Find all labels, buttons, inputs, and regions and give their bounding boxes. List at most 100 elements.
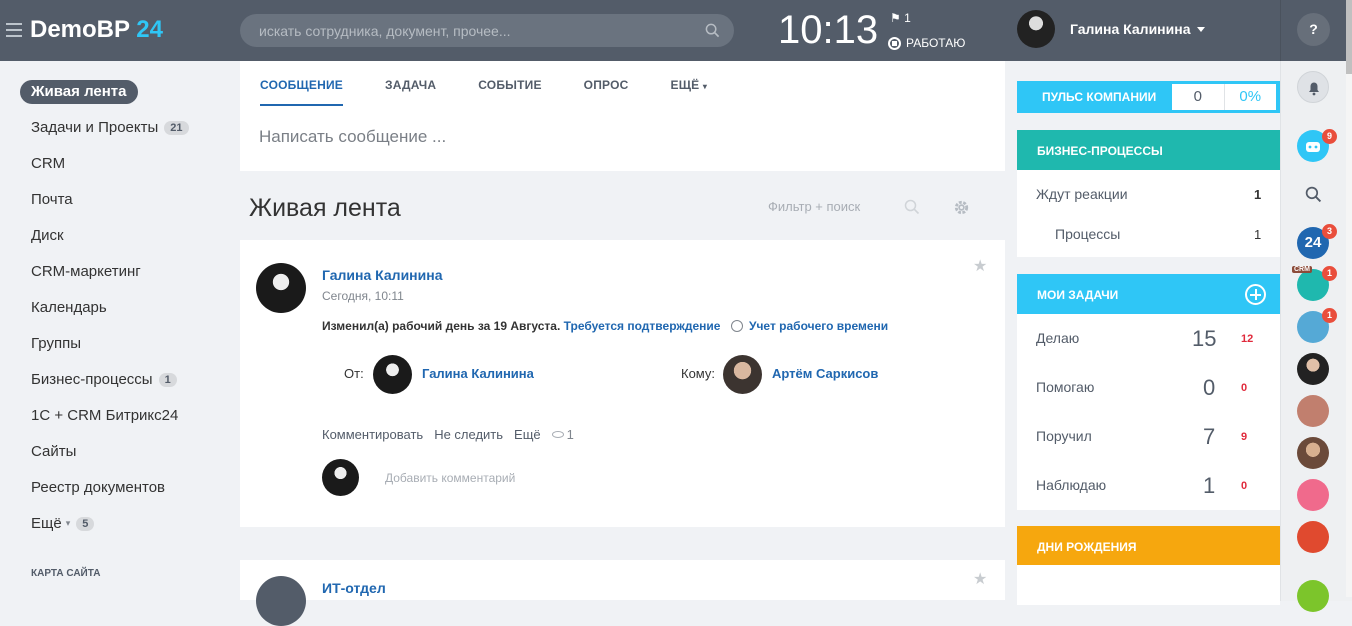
avatar: [322, 459, 359, 496]
sidebar-item-label: Бизнес-процессы: [31, 371, 153, 388]
worktime-label: Учет рабочего времени: [749, 319, 889, 333]
task-count: 15: [1192, 326, 1217, 351]
tab-event[interactable]: СОБЫТИЕ: [478, 78, 541, 106]
sidebar-item-label: Реестр документов: [31, 479, 166, 496]
task-overdue: 12: [1241, 333, 1254, 345]
tab-task[interactable]: ЗАДАЧА: [385, 78, 436, 106]
avatar[interactable]: [1297, 395, 1329, 427]
sidebar-item-crm-marketing[interactable]: CRM-маркетинг: [31, 263, 141, 280]
task-count: 7: [1203, 424, 1216, 449]
sidebar-item-label: 1C + CRM Битрикс24: [31, 407, 179, 424]
logo-text: DemoBP: [30, 16, 130, 43]
menu-icon[interactable]: [6, 23, 22, 37]
search-box[interactable]: [240, 14, 734, 47]
sidebar-item-tasks[interactable]: Задачи и Проекты 21: [31, 119, 189, 136]
task-row-label[interactable]: Поручил: [1036, 428, 1092, 444]
gear-icon[interactable]: [952, 198, 971, 217]
logo-number: 24: [136, 16, 163, 43]
search-icon[interactable]: [904, 199, 920, 215]
avatar[interactable]: [256, 576, 306, 626]
unfollow-button[interactable]: Не следить: [434, 427, 503, 442]
avatar[interactable]: [1297, 521, 1329, 553]
from-user[interactable]: Галина Калинина: [422, 366, 534, 381]
star-icon[interactable]: ★: [973, 256, 987, 276]
logo[interactable]: DemoBP 24: [30, 16, 163, 44]
sidebar-item-business-processes[interactable]: Бизнес-процессы 1: [31, 371, 177, 388]
bell-icon[interactable]: [1297, 71, 1329, 103]
search-icon[interactable]: [705, 23, 720, 38]
comment-button[interactable]: Комментировать: [322, 427, 423, 442]
add-task-icon[interactable]: [1245, 284, 1266, 305]
star-icon[interactable]: ★: [973, 569, 987, 589]
post-author[interactable]: Галина Калинина: [322, 267, 442, 283]
task-row-label[interactable]: Делаю: [1036, 330, 1079, 346]
task-row-label[interactable]: Наблюдаю: [1036, 477, 1106, 493]
sidebar-item-mail[interactable]: Почта: [31, 191, 73, 208]
bp-row-label[interactable]: Ждут реакции: [1036, 186, 1128, 202]
avatar[interactable]: [256, 263, 306, 313]
sidebar-item-label: Ещё: [31, 515, 62, 532]
help-icon[interactable]: ?: [1297, 13, 1330, 46]
confirmation-link[interactable]: Требуется подтверждение: [564, 319, 721, 333]
user-name: Галина Калинина: [1070, 21, 1191, 37]
pulse-values: 0 0%: [1172, 84, 1276, 110]
tab-message[interactable]: СООБЩЕНИЕ: [260, 78, 343, 106]
sidebar-item-label: Сайты: [31, 443, 77, 460]
post-actions: Комментировать Не следить Ещё 1: [322, 427, 574, 442]
birthdays-widget: [1017, 565, 1280, 605]
to-user[interactable]: Артём Саркисов: [772, 366, 878, 381]
avatar[interactable]: [1297, 437, 1329, 469]
task-overdue: 0: [1241, 382, 1248, 394]
sidebar-item-disk[interactable]: Диск: [31, 227, 64, 244]
sitemap-link[interactable]: КАРТА САЙТА: [31, 568, 100, 579]
avatar[interactable]: [373, 355, 412, 394]
pulse-percent: 0%: [1223, 84, 1277, 110]
tab-more-label: ЕЩЁ: [670, 78, 700, 92]
flag-counter[interactable]: ⚑ 1: [890, 11, 911, 25]
notification-badge: 9: [1322, 129, 1337, 144]
search-input[interactable]: [259, 14, 699, 47]
tasks-widget-title[interactable]: МОИ ЗАДАЧИ: [1017, 274, 1280, 314]
task-row-label[interactable]: Помогаю: [1036, 379, 1094, 395]
workday-status[interactable]: РАБОТАЮ: [888, 36, 965, 50]
sidebar-item-crm[interactable]: CRM: [31, 155, 65, 172]
company-pulse[interactable]: ПУЛЬС КОМПАНИИ 0 0%: [1017, 81, 1280, 113]
sidebar-item-label: Задачи и Проекты: [31, 119, 159, 136]
avatar[interactable]: [1297, 479, 1329, 511]
filter-input[interactable]: Фильтр + поиск: [768, 199, 860, 214]
sidebar-item-sites[interactable]: Сайты: [31, 443, 76, 460]
sidebar-item-documents[interactable]: Реестр документов: [31, 479, 165, 496]
sidebar-item-label: Группы: [31, 335, 81, 352]
pulse-value: 0: [1193, 88, 1202, 105]
comment-input[interactable]: Добавить комментарий: [385, 471, 515, 485]
to-label: Кому:: [681, 366, 715, 381]
more-button[interactable]: Ещё: [514, 427, 541, 442]
bp-widget: [1017, 170, 1280, 257]
post-text: Изменил(а) рабочий день за 19 Августа. Т…: [322, 319, 720, 333]
bp-row-label[interactable]: Процессы: [1055, 226, 1120, 242]
birthdays-widget-title[interactable]: ДНИ РОЖДЕНИЯ: [1017, 526, 1280, 565]
user-menu[interactable]: Галина Калинина: [1017, 10, 1206, 48]
avatar[interactable]: [1297, 353, 1329, 385]
sidebar-item-feed[interactable]: Живая лента: [20, 80, 138, 104]
message-input[interactable]: Написать сообщение ...: [259, 127, 446, 147]
sidebar-item-more[interactable]: Ещё ▾ 5: [31, 515, 95, 532]
sidebar-item-1c-crm[interactable]: 1C + CRM Битрикс24: [31, 407, 178, 424]
counter-badge: 1: [158, 372, 177, 387]
clock[interactable]: 10:13: [778, 8, 878, 53]
bp-widget-title[interactable]: БИЗНЕС-ПРОЦЕССЫ: [1017, 130, 1280, 170]
post-time: Сегодня, 10:11: [322, 289, 404, 303]
phone-icon[interactable]: [1297, 580, 1329, 612]
scrollbar-thumb[interactable]: [1346, 0, 1352, 74]
avatar: [1017, 10, 1055, 48]
post-author[interactable]: ИТ-отдел: [322, 580, 386, 596]
worktime-link[interactable]: Учет рабочего времени: [731, 319, 888, 333]
scrollbar[interactable]: [1346, 0, 1352, 597]
search-icon[interactable]: [1305, 186, 1322, 203]
sidebar-item-groups[interactable]: Группы: [31, 335, 81, 352]
status-text: РАБОТАЮ: [906, 36, 966, 50]
tab-more[interactable]: ЕЩЁ ▾: [670, 78, 707, 106]
sidebar-item-calendar[interactable]: Календарь: [31, 299, 107, 316]
avatar[interactable]: [723, 355, 762, 394]
tab-poll[interactable]: ОПРОС: [584, 78, 629, 106]
